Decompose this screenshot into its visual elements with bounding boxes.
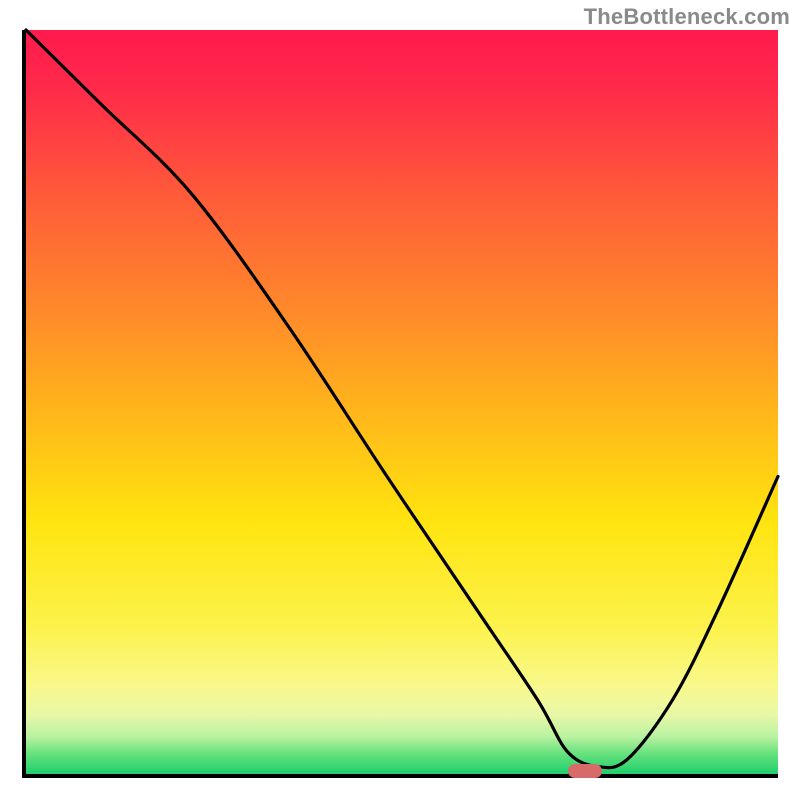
optimal-marker <box>568 764 602 778</box>
plot-area <box>22 30 778 778</box>
watermark-text: TheBottleneck.com <box>584 4 790 30</box>
bottleneck-curve <box>26 30 778 774</box>
chart-stage: TheBottleneck.com <box>0 0 800 800</box>
